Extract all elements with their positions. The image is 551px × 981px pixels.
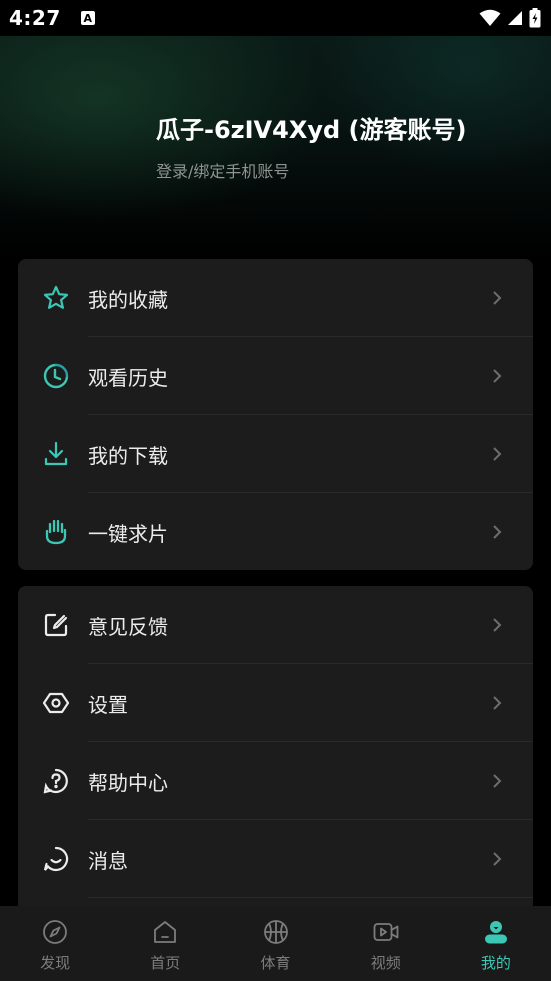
help-icon — [42, 767, 70, 795]
nav-label: 我的 — [480, 954, 511, 972]
profile-header: 瓜子-6zIV4Xyd (游客账号) 登录/绑定手机账号 — [0, 36, 551, 256]
username: 瓜子-6zIV4Xyd (游客账号) — [156, 116, 467, 144]
basketball-icon — [263, 920, 288, 944]
chevron-right-icon — [493, 852, 502, 866]
status-bar: 4:27 A — [0, 0, 551, 36]
nav-home[interactable]: 首页 — [110, 906, 220, 981]
message-icon — [42, 845, 70, 873]
chevron-right-icon — [493, 774, 502, 788]
wifi-icon — [479, 9, 501, 26]
menu-item-favorites[interactable]: 我的收藏 — [18, 259, 533, 337]
status-icons — [479, 8, 541, 28]
nav-discover[interactable]: 发现 — [0, 906, 110, 981]
home-icon — [154, 921, 177, 943]
star-icon — [42, 284, 70, 312]
settings-icon — [42, 689, 70, 717]
download-icon — [42, 440, 70, 468]
divider — [88, 897, 533, 898]
chevron-right-icon — [493, 291, 502, 305]
signal-icon — [508, 11, 522, 25]
nav-sports[interactable]: 体育 — [220, 906, 330, 981]
menu-card-primary: 我的收藏 观看历史 我的下载 一键求片 — [18, 259, 533, 570]
menu-label: 设置 — [88, 692, 128, 717]
menu-item-help[interactable]: 帮助中心 — [18, 742, 533, 820]
profile-icon — [484, 921, 507, 944]
menu-label: 我的下载 — [88, 443, 168, 468]
menu-card-secondary: 意见反馈 设置 帮助中心 消息 — [18, 586, 533, 916]
menu-item-feedback[interactable]: 意见反馈 — [18, 586, 533, 664]
profile-screen: 4:27 A 瓜子-6zIV4Xyd (游客账号) 登录/绑定手机账号 我的收藏… — [0, 0, 551, 981]
chevron-right-icon — [493, 618, 502, 632]
status-time: 4:27 — [9, 6, 61, 30]
chevron-right-icon — [493, 525, 502, 539]
compass-icon — [43, 920, 67, 944]
feedback-icon — [42, 611, 70, 639]
menu-label: 一键求片 — [88, 521, 168, 546]
login-link[interactable]: 登录/绑定手机账号 — [156, 158, 289, 182]
menu-label: 观看历史 — [88, 365, 168, 390]
menu-item-history[interactable]: 观看历史 — [18, 337, 533, 415]
bottom-nav: 发现 首页 体育 视频 我的 — [0, 906, 551, 981]
menu-label: 我的收藏 — [88, 287, 168, 312]
menu-label: 消息 — [88, 848, 128, 873]
hand-icon — [42, 518, 70, 546]
nav-label: 体育 — [260, 954, 291, 972]
menu-item-settings[interactable]: 设置 — [18, 664, 533, 742]
menu-item-downloads[interactable]: 我的下载 — [18, 415, 533, 493]
chevron-right-icon — [493, 369, 502, 383]
notification-icon: A — [80, 11, 95, 25]
nav-label: 首页 — [150, 954, 181, 972]
battery-icon — [529, 8, 541, 28]
chevron-right-icon — [493, 447, 502, 461]
video-icon — [373, 923, 399, 941]
menu-item-messages[interactable]: 消息 — [18, 820, 533, 898]
nav-label: 视频 — [370, 954, 401, 972]
menu-label: 帮助中心 — [88, 770, 168, 795]
menu-item-request[interactable]: 一键求片 — [18, 493, 533, 570]
nav-video[interactable]: 视频 — [331, 906, 441, 981]
nav-profile[interactable]: 我的 — [441, 906, 551, 981]
menu-label: 意见反馈 — [88, 614, 168, 639]
clock-icon — [42, 362, 70, 390]
chevron-right-icon — [493, 696, 502, 710]
nav-label: 发现 — [40, 954, 71, 972]
